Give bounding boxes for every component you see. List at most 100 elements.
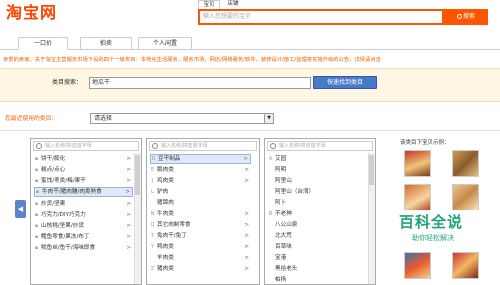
chevron-right-icon: > — [243, 156, 248, 162]
list-item[interactable]: T 兔肉干/兔丁 > — [150, 231, 251, 241]
chevron-left-icon: ◀ — [17, 205, 24, 213]
list-item[interactable]: ▪ 饼干/膨化 > — [34, 154, 133, 164]
list-item[interactable]: ▪ 鱿鱼丝/鱼干/海味即食 > — [34, 243, 133, 253]
section-divider — [0, 130, 500, 131]
list-item-label: 饼干/膨化 — [41, 156, 66, 162]
letter-marker: D — [151, 157, 156, 162]
list-item-marker: ▪ — [34, 224, 39, 229]
search-tab-item[interactable]: 宝贝 — [198, 0, 220, 9]
chevron-right-icon: > — [126, 234, 131, 240]
product-thumbnail[interactable] — [404, 184, 431, 211]
category-column-1: 输入名称/拼音首字母 ▪ 饼干/膨化 > ▪ 糕点/点心 > ▪ 蜜饯/枣类/梅/果干 > … — [30, 138, 142, 285]
list-item[interactable]: ▪ 巧克力/DIY巧克力 > — [34, 210, 133, 220]
find-category-button[interactable]: 快速找到类目 — [313, 76, 377, 89]
preview-title: 该类目下宝贝示例： — [400, 140, 450, 146]
list-item[interactable]: A 艾园 — [268, 154, 367, 164]
list-item[interactable]: 柏扬 — [268, 275, 367, 284]
scrollbar-thumb[interactable] — [369, 155, 374, 185]
column-3-filter-placeholder: 输入名称/拼音首字母 — [279, 143, 326, 149]
list-item[interactable]: 八公山泉 — [268, 220, 367, 230]
chevron-right-icon: > — [125, 189, 130, 195]
product-thumbnail[interactable] — [452, 252, 479, 279]
recent-categories-select[interactable]: 请选择 ▼ — [90, 113, 274, 124]
search-button-label: 搜索 — [462, 13, 475, 20]
letter-marker: A — [268, 157, 273, 162]
list-item[interactable]: 阿卜 — [268, 198, 367, 208]
search-tab-shop[interactable]: 店铺 — [222, 0, 244, 9]
list-item-label: 猪肉类 — [157, 266, 174, 272]
tab-fixed-price[interactable]: 一口价 — [18, 37, 68, 50]
search-button[interactable]: 搜索 — [444, 9, 488, 25]
list-item[interactable]: B 不老神 — [268, 209, 367, 219]
chevron-down-icon[interactable]: ▼ — [264, 114, 273, 123]
list-item[interactable]: 黑拾老头 — [268, 264, 367, 274]
list-item[interactable]: N 牛肉类 > — [150, 209, 251, 219]
chevron-right-icon: > — [244, 178, 249, 184]
column-3-filter-input[interactable]: 输入名称/拼音首字母 — [267, 141, 373, 151]
column-1-filter-input[interactable]: 输入名称/拼音首字母 — [33, 141, 139, 151]
product-thumbnail[interactable] — [404, 252, 431, 279]
list-item-marker: ▪ — [34, 179, 39, 184]
product-thumbnail[interactable] — [452, 184, 479, 211]
list-item[interactable]: 猪蹄肉 — [150, 198, 251, 208]
tab-personal-idle[interactable]: 个人闲置 — [138, 37, 192, 50]
list-item[interactable]: ▪ 炒货/坚果 > — [34, 199, 133, 209]
list-item-marker: ▪ — [34, 157, 39, 162]
list-item[interactable]: 北大荒 — [268, 231, 367, 241]
list-item[interactable]: Z 猪肉类 > — [150, 264, 251, 274]
column-1-filter-placeholder: 输入名称/拼音首字母 — [45, 143, 92, 149]
list-item-label: 巧克力/DIY巧克力 — [41, 212, 86, 218]
list-item[interactable]: 阿里山（台湾） — [268, 187, 367, 197]
list-item[interactable]: E 鹅肉类 > — [150, 165, 251, 175]
list-item-label: 驴肉 — [157, 189, 169, 195]
product-thumbnail[interactable] — [404, 150, 431, 177]
search-input[interactable]: 输入您想要的宝贝 — [198, 9, 444, 25]
chevron-right-icon: > — [126, 245, 131, 251]
list-item[interactable]: 羊肉类 > — [150, 253, 251, 263]
scroll-left-button[interactable]: ◀ — [15, 200, 26, 218]
list-item-label: 糕点/点心 — [41, 167, 66, 173]
product-thumbnail[interactable] — [452, 150, 479, 177]
list-item[interactable]: ▪ 山核桃/坚果/炒货 > — [34, 221, 133, 231]
list-item-label: 柏扬 — [275, 277, 287, 283]
chevron-right-icon: > — [244, 244, 249, 250]
list-item[interactable]: 宝港 — [268, 253, 367, 263]
scrollbar-thumb[interactable] — [135, 155, 140, 195]
list-item-marker: ▪ — [34, 213, 39, 218]
list-item-label: 北大荒 — [275, 233, 292, 239]
chevron-right-icon: > — [126, 223, 131, 229]
list-item-label: 鸡肉类 — [157, 178, 174, 184]
taobao-logo[interactable]: 淘宝网 — [6, 2, 64, 24]
letter-marker: L — [151, 190, 154, 195]
chevron-right-icon: > — [126, 178, 131, 184]
list-item-selected[interactable]: D 豆干制品 > — [150, 154, 251, 164]
list-item-label: 炒货/坚果 — [41, 201, 66, 207]
seller-notice[interactable]: 亲爱的卖家，关于淘宝主营服务市场下设的四个一级类目：本地化生活服务，服务市场，网… — [0, 54, 500, 66]
list-item-label: 豆干制品 — [158, 156, 181, 162]
list-item-selected[interactable]: ▪ 牛肉干/猪肉脯/肉类熟食 > — [34, 187, 133, 197]
list-item[interactable]: L 驴肉 — [150, 187, 251, 197]
list-item[interactable]: 阿里山 — [268, 176, 367, 186]
list-item[interactable]: 阿明 — [268, 165, 367, 175]
category-search-label: 类目搜索： — [52, 79, 83, 86]
list-item[interactable]: ▪ 鳕鱼零食/果冻/布丁 > — [34, 232, 133, 242]
watermark-title: 百科全说 — [399, 213, 464, 231]
list-item-label: 蜜饯/枣类/梅/果干 — [41, 178, 86, 184]
category-column-2: 输入名称/拼音首字母 D 豆干制品 > E 鹅肉类 > J 鸡肉类 > L 驴肉 猪蹄肉 N牛… — [146, 138, 260, 285]
tab-auction[interactable]: 拍卖 — [80, 37, 132, 50]
category-search-input[interactable]: 地瓜干 — [89, 77, 311, 89]
column-3-scrollbar[interactable] — [368, 153, 375, 284]
list-item-label: 阿卜 — [275, 200, 287, 206]
list-item-label: 阿明 — [275, 167, 287, 173]
recent-select-value: 请选择 — [94, 115, 113, 122]
list-item[interactable]: 百草味 — [268, 242, 367, 252]
list-item[interactable]: J 鸡肉类 > — [150, 176, 251, 186]
list-item[interactable]: Y 鸭肉类 > — [150, 242, 251, 252]
list-item[interactable]: ▪ 糕点/点心 > — [34, 165, 133, 175]
list-item[interactable]: ▪ 蜜饯/枣类/梅/果干 > — [34, 176, 133, 186]
chevron-right-icon: > — [244, 167, 249, 173]
list-item-label: 牛肉类 — [157, 211, 174, 217]
column-1-scrollbar[interactable] — [134, 153, 141, 284]
column-2-filter-input[interactable]: 输入名称/拼音首字母 — [149, 141, 257, 151]
list-item[interactable]: Q 其它肉制零食 > — [150, 220, 251, 230]
